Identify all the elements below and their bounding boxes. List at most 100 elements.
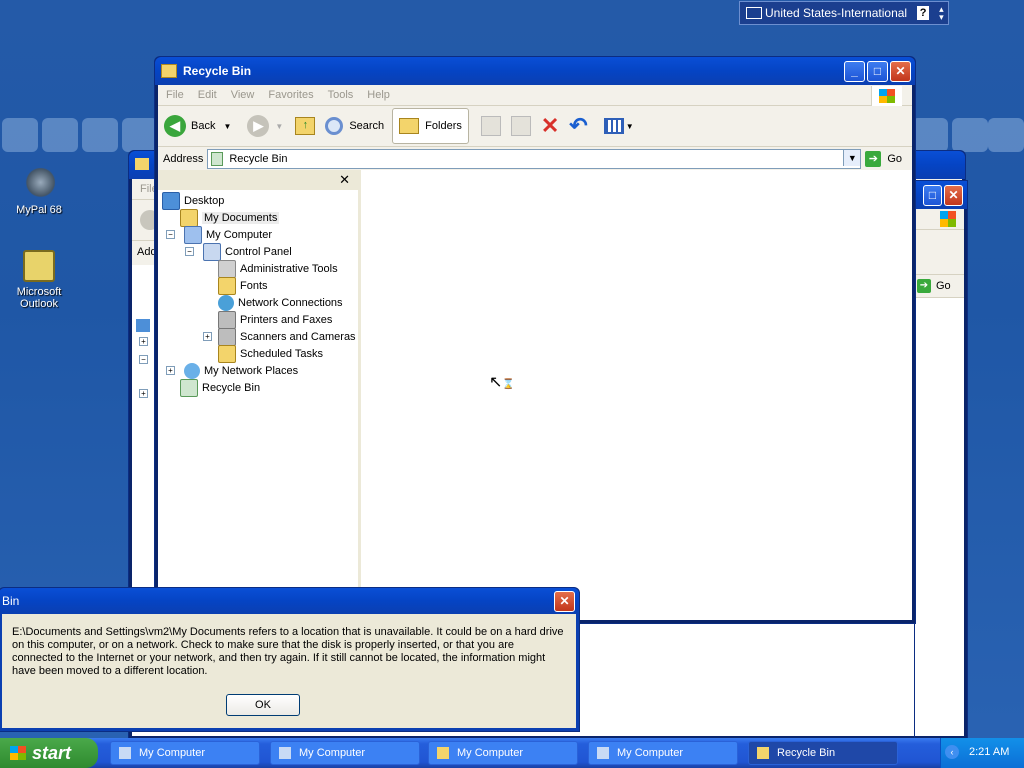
- desktop-icon-small: [136, 319, 150, 332]
- tree-item-network-connections[interactable]: Network Connections: [218, 294, 343, 311]
- up-folder-button[interactable]: ↑: [295, 117, 316, 135]
- undo-icon: ↶: [569, 113, 588, 138]
- tree-label: Control Panel: [225, 245, 292, 258]
- content-pane[interactable]: ↖⌛: [361, 170, 912, 620]
- start-button[interactable]: start: [0, 738, 98, 768]
- back-label: Back: [191, 120, 216, 132]
- error-dialog[interactable]: Bin ✕ E:\Documents and Settings\vm2\My D…: [0, 587, 580, 732]
- network-connections-icon: [218, 294, 234, 311]
- expand-toggle[interactable]: +: [166, 366, 175, 375]
- folders-button[interactable]: Folders: [392, 108, 469, 144]
- tree-item-printers-and-faxes[interactable]: Printers and Faxes: [218, 310, 332, 329]
- middle-window-titlebar[interactable]: □ ✕: [915, 181, 967, 209]
- expand-toggle[interactable]: +: [203, 332, 212, 341]
- middle-window[interactable]: □ ✕ ➔ Go: [914, 180, 968, 740]
- go-label[interactable]: Go: [936, 280, 951, 292]
- menu-file[interactable]: File: [166, 89, 184, 101]
- desktop-icon-mypal[interactable]: MyPal 68: [4, 168, 74, 216]
- chevron-down-icon: ▼: [275, 121, 284, 131]
- help-icon[interactable]: ?: [917, 6, 930, 20]
- window-title: Recycle Bin: [183, 64, 252, 78]
- menu-bar: File Edit View Favorites Tools Help: [158, 85, 912, 106]
- menu-help[interactable]: Help: [367, 89, 390, 101]
- tree-item-scheduled-tasks[interactable]: Scheduled Tasks: [218, 344, 323, 363]
- views-button[interactable]: ▼: [603, 118, 634, 134]
- my-computer-icon: [184, 225, 202, 244]
- go-button[interactable]: ➔ Go: [865, 151, 902, 167]
- go-arrow-icon[interactable]: ➔: [917, 279, 931, 293]
- up-folder-icon: ↑: [295, 117, 316, 135]
- delete-button[interactable]: ✕: [541, 115, 559, 137]
- expand-toggle[interactable]: +: [139, 337, 148, 346]
- maximize-button[interactable]: □: [923, 184, 942, 206]
- expand-toggle[interactable]: +: [139, 389, 148, 398]
- go-arrow-icon: ➔: [865, 151, 882, 167]
- address-label: Address: [163, 153, 204, 165]
- close-button[interactable]: ✕: [554, 590, 575, 612]
- collapse-toggle[interactable]: −: [185, 247, 194, 256]
- collapse-toggle[interactable]: −: [139, 355, 148, 364]
- close-pane-icon[interactable]: ✕: [339, 172, 350, 188]
- undo-button[interactable]: ↶: [569, 113, 588, 138]
- menu-edit[interactable]: Edit: [198, 89, 217, 101]
- search-icon: [325, 117, 344, 135]
- tree-item-fonts[interactable]: Fonts: [218, 276, 268, 295]
- address-field[interactable]: Recycle Bin ▼: [207, 149, 862, 169]
- tree-item-my-network-places[interactable]: + My Network Places: [166, 362, 298, 379]
- minimize-button[interactable]: _: [844, 60, 865, 82]
- tree-label: My Network Places: [204, 364, 299, 377]
- address-dropdown-button[interactable]: ▼: [843, 150, 861, 166]
- desktop-icon-outlook[interactable]: Microsoft Outlook: [4, 250, 74, 310]
- move-to-icon: [480, 116, 501, 136]
- search-button[interactable]: Search: [325, 117, 384, 135]
- my-documents-icon: [180, 208, 198, 227]
- taskbar-button-active[interactable]: Recycle Bin: [748, 741, 898, 765]
- copy-to-button[interactable]: [510, 116, 531, 136]
- mypal-icon: [23, 168, 55, 200]
- close-button[interactable]: ✕: [890, 60, 911, 82]
- chevron-down-icon[interactable]: ▼: [223, 122, 231, 131]
- menu-view[interactable]: View: [231, 89, 255, 101]
- ok-button[interactable]: OK: [226, 694, 300, 716]
- menu-favorites[interactable]: Favorites: [268, 89, 313, 101]
- desktop-icon: [162, 191, 180, 210]
- dialog-title: Bin: [2, 594, 20, 608]
- options-icon[interactable]: ▴ ▾: [939, 5, 944, 22]
- back-button[interactable]: ◀ Back ▼: [164, 115, 231, 137]
- show-hidden-icons-button[interactable]: ‹: [945, 745, 959, 759]
- recycle-bin-window[interactable]: Recycle Bin _ □ ✕ File Edit View Favorit…: [154, 56, 916, 624]
- tree-label: Scheduled Tasks: [240, 347, 323, 360]
- recycle-bin-titlebar[interactable]: Recycle Bin _ □ ✕: [155, 57, 915, 85]
- windows-logo-icon: [871, 86, 902, 106]
- maximize-button[interactable]: □: [867, 60, 888, 82]
- taskbar-button[interactable]: My Computer: [270, 741, 420, 765]
- control-panel-icon: [203, 242, 221, 261]
- tree-item-desktop[interactable]: Desktop: [162, 191, 224, 210]
- dialog-titlebar[interactable]: Bin ✕: [0, 588, 579, 614]
- language-bar[interactable]: United States-International ? ▴ ▾: [739, 1, 949, 25]
- system-tray: ‹ 2:21 AM: [940, 738, 1024, 768]
- address-value: Recycle Bin: [229, 153, 288, 165]
- menu-tools[interactable]: Tools: [328, 89, 354, 101]
- folder-icon: [161, 64, 177, 78]
- taskbar-button[interactable]: My Computer: [588, 741, 738, 765]
- clock[interactable]: 2:21 AM: [969, 746, 1009, 758]
- tree-item-my-documents[interactable]: My Documents: [180, 208, 280, 227]
- tree-item-recycle-bin[interactable]: Recycle Bin: [180, 378, 260, 397]
- tree-item-my-computer[interactable]: − My Computer: [166, 225, 272, 244]
- copy-to-icon: [510, 116, 531, 136]
- tree-item-control-panel[interactable]: − Control Panel: [185, 242, 292, 261]
- close-button[interactable]: ✕: [944, 184, 963, 206]
- move-to-button[interactable]: [480, 116, 501, 136]
- scheduled-tasks-icon: [218, 344, 236, 363]
- tree-label: My Documents: [202, 211, 280, 224]
- collapse-toggle[interactable]: −: [166, 230, 175, 239]
- folder-tree: Desktop My Documents − My Computer − Con…: [158, 191, 358, 612]
- tree-item-scanners-and-cameras[interactable]: + Scanners and Cameras: [203, 327, 356, 346]
- search-label: Search: [349, 120, 385, 132]
- task-label: My Computer: [139, 747, 206, 759]
- taskbar-button[interactable]: My Computer: [428, 741, 578, 765]
- forward-button[interactable]: ▶ ▼: [247, 115, 283, 137]
- taskbar-button[interactable]: My Computer: [110, 741, 260, 765]
- tree-item-administrative-tools[interactable]: Administrative Tools: [218, 259, 338, 278]
